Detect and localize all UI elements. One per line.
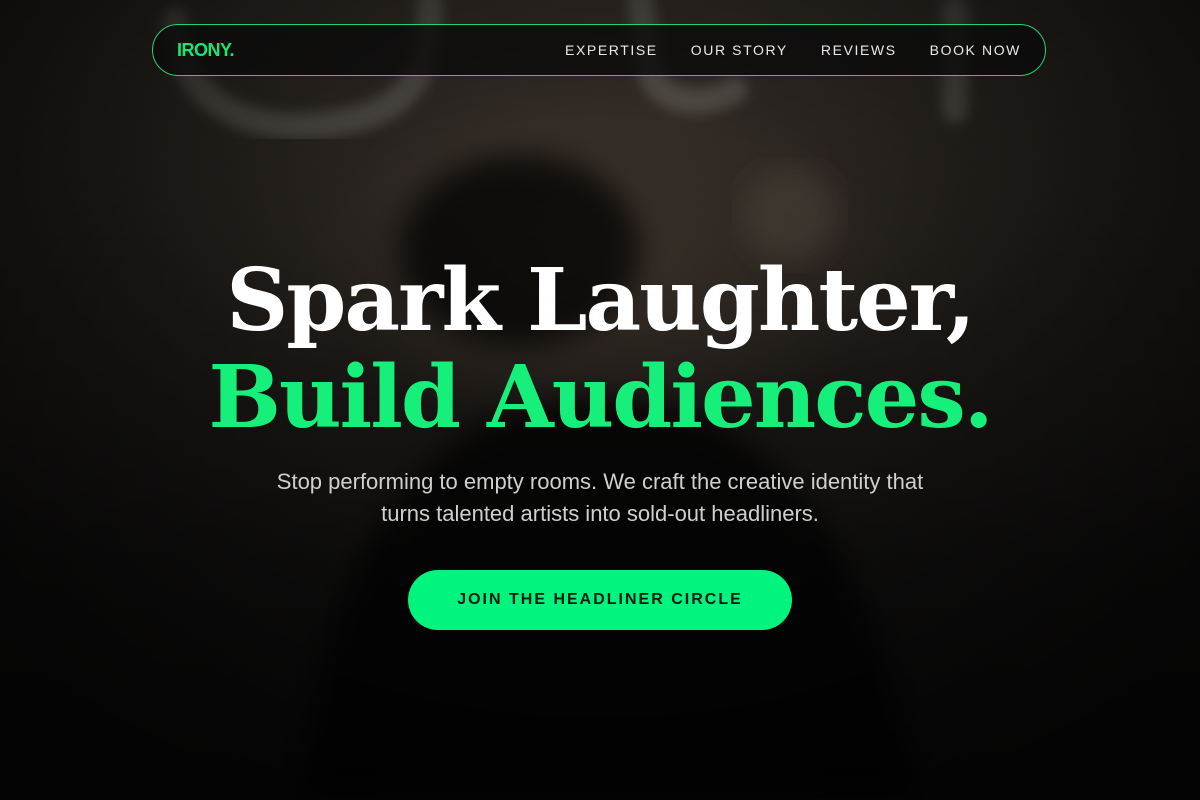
- join-headliner-circle-button[interactable]: JOIN THE HEADLINER CIRCLE: [408, 570, 792, 630]
- headline-line-2: Build Audiences.: [208, 347, 993, 448]
- hero-subtext: Stop performing to empty rooms. We craft…: [276, 469, 924, 526]
- nav-link-reviews[interactable]: REVIEWS: [821, 42, 897, 58]
- nav-link-expertise[interactable]: EXPERTISE: [565, 42, 658, 58]
- top-nav: IRONY. EXPERTISE OUR STORY REVIEWS BOOK …: [152, 24, 1046, 76]
- brand-logo[interactable]: IRONY.: [177, 40, 235, 61]
- nav-link-our-story[interactable]: OUR STORY: [691, 42, 788, 58]
- nav-links: EXPERTISE OUR STORY REVIEWS BOOK NOW: [565, 42, 1021, 58]
- nav-link-book-now[interactable]: BOOK NOW: [930, 42, 1021, 58]
- headline-line-1: Spark Laughter,: [226, 250, 976, 351]
- hero-section: IRONY. EXPERTISE OUR STORY REVIEWS BOOK …: [0, 0, 1200, 800]
